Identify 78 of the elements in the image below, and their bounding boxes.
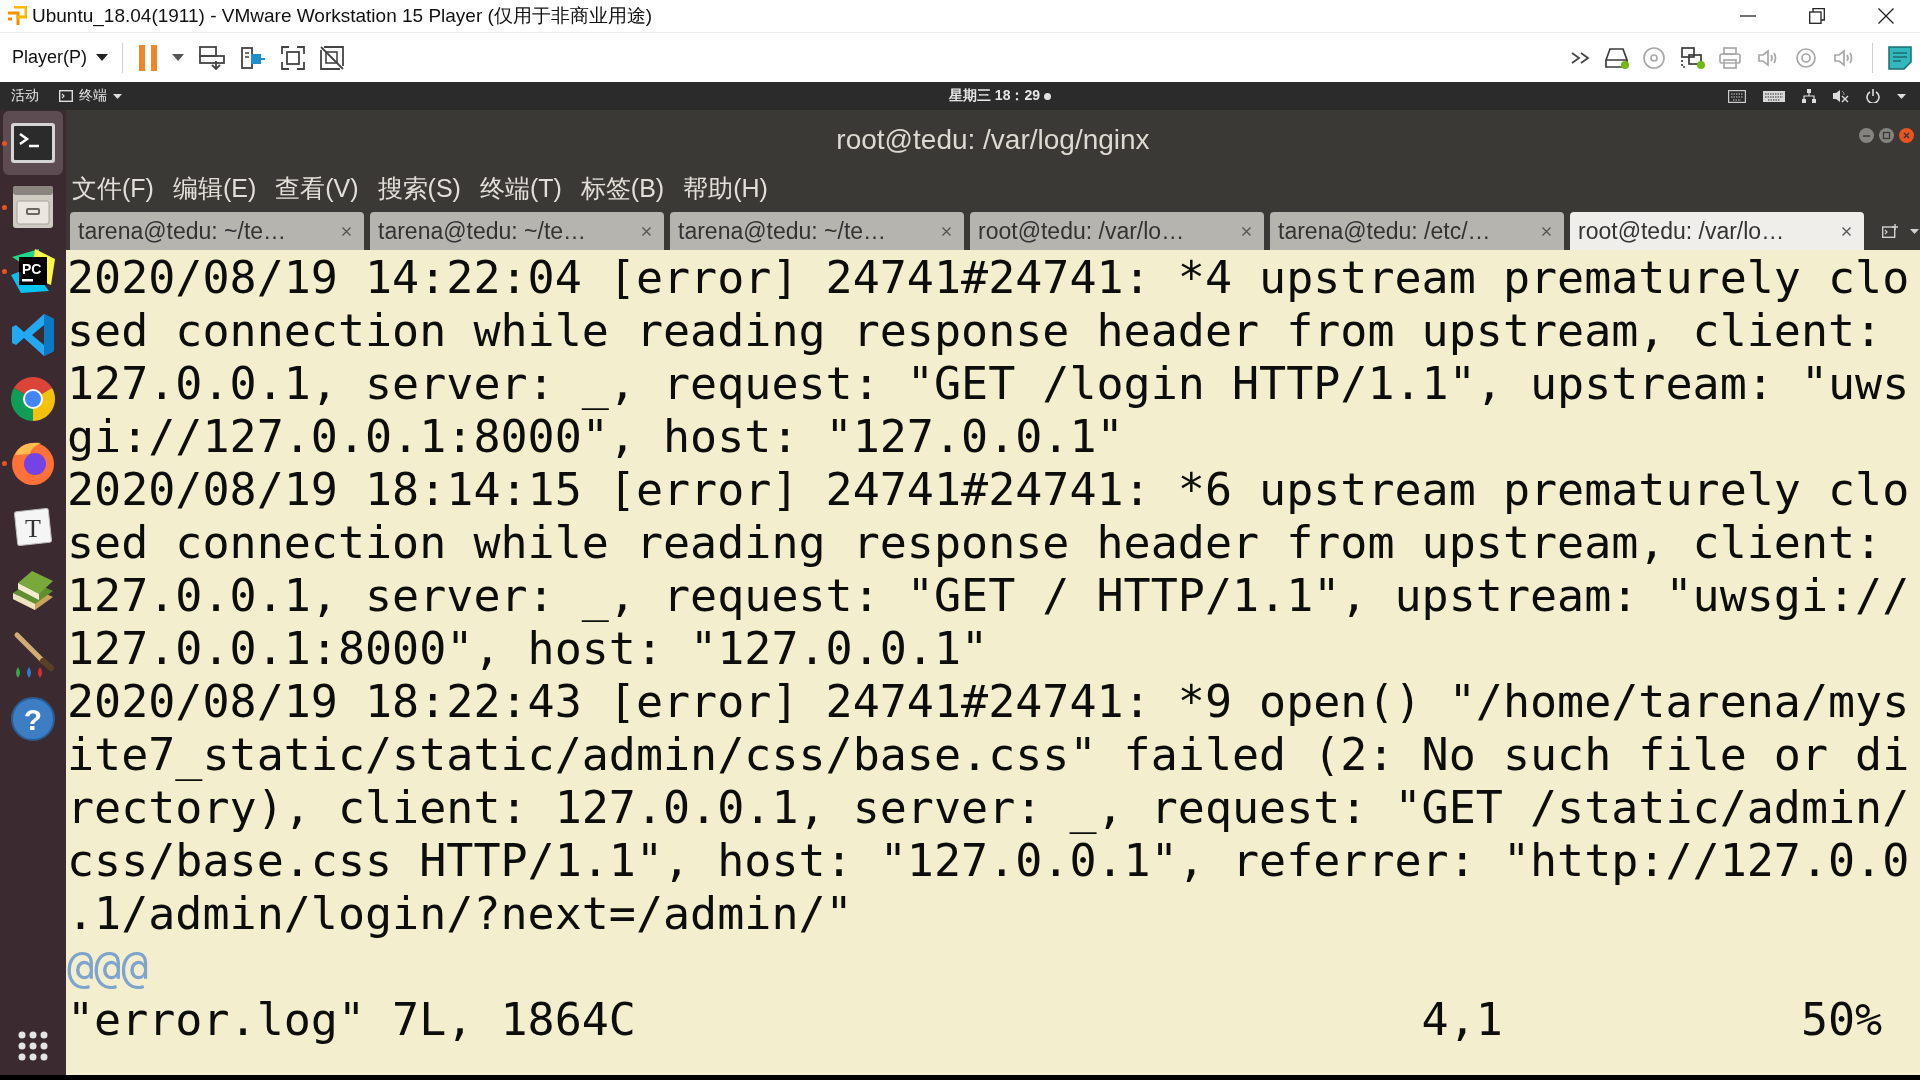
menu-item[interactable]: 搜索(S)	[377, 172, 461, 205]
pause-icon[interactable]	[139, 44, 157, 71]
chrome-logo-icon	[9, 375, 57, 423]
terminal-title: root@tedu: /var/log/nginx	[836, 124, 1150, 156]
truncation-marker: @@@	[67, 940, 149, 993]
terminal-line: sed connection while reading response header from upstream, client:	[67, 516, 1884, 569]
close-icon[interactable]	[1877, 8, 1894, 24]
monitors-arrow-icon[interactable]	[199, 45, 225, 70]
menu-item[interactable]: 终端(T)	[479, 172, 562, 205]
terminal-line: css/base.css HTTP/1.1", host: "127.0.0.1", referrer: "http://127.0.0	[67, 834, 1911, 887]
terminal-line: ite7_static/static/admin/css/base.css" failed (2: No such file or di	[67, 728, 1911, 781]
terminal-line: 127.0.0.1:8000", host: "127.0.0.1"	[67, 622, 990, 675]
plug-icon[interactable]	[240, 45, 266, 70]
dock-launcher[interactable]	[3, 111, 63, 175]
cursor-position: 4,1	[1421, 993, 1504, 1046]
menu-item[interactable]: 帮助(H)	[683, 172, 768, 205]
help-icon: ?	[9, 695, 57, 743]
terminal-line: sed connection while reading response header from upstream, client:	[67, 304, 1884, 357]
menu-item[interactable]: 编辑(E)	[172, 172, 257, 205]
dock-launcher[interactable]: ?	[3, 687, 63, 751]
tab-close-icon[interactable]	[1842, 226, 1851, 236]
app-menu-button[interactable]: 终端	[59, 85, 122, 107]
caret-down-icon[interactable]	[172, 54, 184, 61]
terminal-line: 2020/08/19 18:14:15 [error] 24741#24741: *6 upstream prematurely clo	[67, 463, 1911, 516]
window-title: Ubuntu_18.04(1911) - VMware Workstation 15 Player (仅用于非商业用途)	[32, 4, 653, 29]
tab-close-icon[interactable]	[642, 226, 651, 236]
caret-down-icon[interactable]	[1910, 228, 1919, 234]
network-icon[interactable]	[1802, 89, 1816, 103]
caret-down-icon[interactable]	[1897, 93, 1906, 99]
minimize-icon[interactable]	[1859, 128, 1874, 143]
dock-launcher[interactable]: PC	[3, 239, 63, 303]
terminal-tab[interactable]: root@tedu: /var/lo…	[970, 212, 1264, 250]
hard-disk-icon[interactable]	[1604, 46, 1629, 69]
tab-close-icon[interactable]	[342, 226, 351, 236]
notification-dot-icon	[1044, 92, 1051, 100]
maximize-icon[interactable]	[1879, 128, 1894, 143]
menu-item[interactable]: 标签(B)	[580, 172, 665, 205]
speaker-muted-icon[interactable]	[1833, 89, 1849, 103]
terminal-tab[interactable]: tarena@tedu: ~/te…	[70, 212, 364, 250]
note-icon[interactable]	[1888, 45, 1912, 70]
terminal-tab[interactable]: tarena@tedu: ~/te…	[670, 212, 964, 250]
dock-launcher[interactable]: T	[3, 495, 63, 559]
crossed-window-icon[interactable]	[320, 45, 344, 70]
vmware-logo-icon	[7, 6, 27, 26]
clock[interactable]: 星期三 18：29	[948, 87, 1040, 105]
terminal-line: 2020/08/19 18:22:43 [error] 24741#24741: *9 open() "/home/tarena/mys	[67, 675, 1911, 728]
terminal-tab[interactable]: root@tedu: /var/lo…	[1570, 212, 1864, 250]
menu-item[interactable]: 查看(V)	[275, 172, 359, 205]
tab-close-icon[interactable]	[1242, 226, 1251, 236]
activities-button[interactable]: 活动	[11, 87, 39, 105]
terminal-line: gi://127.0.0.1:8000", host: "127.0.0.1"	[67, 410, 1125, 463]
player-menu-button[interactable]: Player(P)	[10, 43, 110, 72]
menu-item[interactable]: 文件(F)	[72, 172, 154, 205]
caret-down-icon	[113, 93, 122, 99]
terminal-tab[interactable]: tarena@tedu: /etc/…	[1270, 212, 1564, 250]
power-icon[interactable]	[1866, 89, 1880, 103]
terminal-tab[interactable]: tarena@tedu: ~/te…	[370, 212, 664, 250]
new-tab-icon[interactable]	[1882, 224, 1898, 238]
terminal-line: rectory), client: 127.0.0.1, server: _, request: "GET /static/admin/	[67, 781, 1911, 834]
network-adapter-icon[interactable]	[1680, 46, 1705, 69]
keyboard-icon[interactable]	[1728, 89, 1746, 103]
fullscreen-icon[interactable]	[281, 45, 305, 70]
minimize-icon[interactable]	[1739, 15, 1756, 17]
tab-close-icon[interactable]	[942, 226, 951, 236]
double-chevron-icon[interactable]	[1571, 51, 1591, 64]
terminal-line: .1/admin/login/?next=/admin/"	[67, 887, 854, 940]
tab-close-icon[interactable]	[1542, 226, 1551, 236]
app-grid-icon[interactable]	[18, 1031, 48, 1061]
terminal-line: 127.0.0.1, server: _, request: "GET /login HTTP/1.1", upstream: "uws	[67, 357, 1911, 410]
status-message: "error.log" 7L, 1864C	[67, 993, 637, 1046]
vscode-logo-icon	[9, 311, 57, 359]
keyboard-icon[interactable]	[1763, 90, 1785, 102]
caret-down-icon	[96, 54, 108, 61]
terminal-line: 2020/08/19 14:22:04 [error] 24741#24741: *4 upstream prematurely clo	[67, 251, 1911, 304]
terminal-line: 127.0.0.1, server: _, request: "GET / HTTP/1.1", upstream: "uwsgi://	[67, 569, 1911, 622]
restore-icon[interactable]	[1808, 8, 1825, 24]
terminal-icon	[59, 90, 73, 102]
scroll-percentage: 50%	[1800, 993, 1884, 1046]
